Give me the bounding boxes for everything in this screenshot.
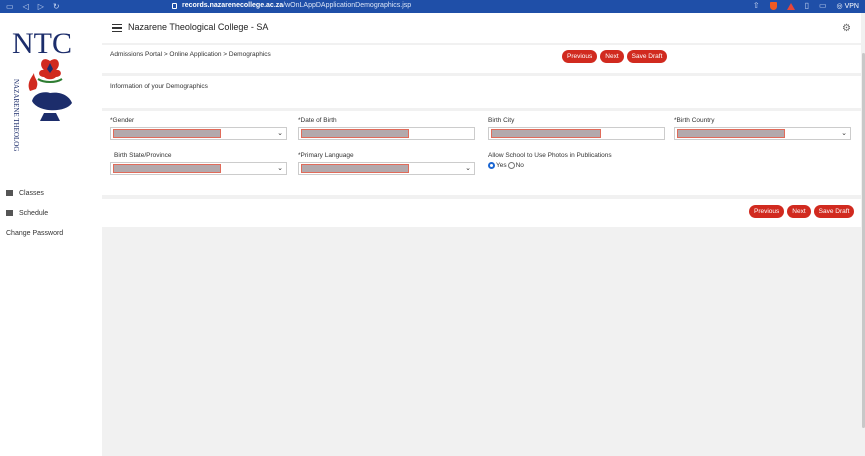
forward-icon[interactable]: ▷ xyxy=(38,2,44,11)
sidebar-nav: Classes Schedule Change Password xyxy=(6,183,63,243)
gender-label: *Gender xyxy=(110,117,135,124)
section-header-card: Information of your Demographics xyxy=(102,76,861,108)
section-title: Information of your Demographics xyxy=(110,83,208,90)
save-draft-button[interactable]: Save Draft xyxy=(626,50,668,63)
share-icon[interactable]: ⇧ xyxy=(753,2,760,10)
chevron-down-icon: ⌄ xyxy=(277,165,283,172)
primary-language-field: *Primary Language ⌄ xyxy=(298,152,475,175)
sidebar-toggle-icon[interactable]: ▭ xyxy=(6,2,14,11)
sidebar-item-classes[interactable]: Classes xyxy=(6,183,63,203)
classes-icon xyxy=(6,190,13,196)
next-button[interactable]: Next xyxy=(600,50,624,63)
chevron-down-icon: ⌄ xyxy=(277,130,283,137)
photos-no-radio[interactable] xyxy=(507,162,515,169)
sidebar-item-label: Change Password xyxy=(6,229,64,237)
photos-yes-radio[interactable] xyxy=(488,162,495,169)
reload-icon[interactable]: ↻ xyxy=(53,2,60,11)
logo-text: NAZARENE THEOLOGICAL COLLEGE xyxy=(12,79,20,151)
birth-city-field: Birth City xyxy=(488,117,665,140)
gear-icon[interactable]: ⚙ xyxy=(842,24,851,34)
browser-toolbar: ▭ ◁ ▷ ↻ records.nazarenecollege.ac.za/wO… xyxy=(0,0,865,13)
url-host: records.nazarenecollege.ac.za xyxy=(182,2,284,9)
birth-country-field: *Birth Country ⌄ xyxy=(674,117,851,140)
brave-shield-icon[interactable] xyxy=(769,2,777,10)
main-content: Nazarene Theological College - SA ⚙ Admi… xyxy=(102,13,861,456)
address-bar[interactable]: records.nazarenecollege.ac.za/wOnLAppDAp… xyxy=(172,2,411,9)
next-button-bottom[interactable]: Next xyxy=(787,205,811,218)
top-actions: Previous Next Save Draft xyxy=(562,50,668,63)
birth-state-label: Birth State/Province xyxy=(114,152,172,159)
sidebar-item-label: Classes xyxy=(19,189,44,197)
birth-country-label: *Birth Country xyxy=(674,117,715,124)
lock-icon xyxy=(172,2,177,9)
primary-language-label: *Primary Language xyxy=(298,152,354,159)
photos-permission-label: Allow School to Use Photos in Publicatio… xyxy=(488,152,612,159)
breadcrumb: Admissions Portal > Online Application >… xyxy=(110,51,271,58)
birth-state-select[interactable]: ⌄ xyxy=(110,162,287,175)
sidebar-icon[interactable]: ▯ xyxy=(805,2,809,10)
menu-icon[interactable] xyxy=(112,24,122,32)
breadcrumb-card: Admissions Portal > Online Application >… xyxy=(102,45,861,73)
birth-city-input[interactable] xyxy=(488,127,665,140)
sidebar-item-label: Schedule xyxy=(19,209,49,217)
photos-radio-group: Yes No xyxy=(488,162,612,169)
rewards-icon[interactable] xyxy=(786,2,795,10)
vpn-button[interactable]: ◎ VPN xyxy=(837,2,859,10)
previous-button-bottom[interactable]: Previous xyxy=(749,205,785,218)
sidebar-item-schedule[interactable]: Schedule xyxy=(6,203,63,223)
photos-no-label: No xyxy=(515,162,524,169)
birth-country-select[interactable]: ⌄ xyxy=(674,127,851,140)
primary-language-select[interactable]: ⌄ xyxy=(298,162,475,175)
gender-select[interactable]: ⌄ xyxy=(110,127,287,140)
demographics-form: *Gender ⌄ *Date of Birth Birth City *Bir… xyxy=(102,111,861,195)
calendar-icon xyxy=(6,210,13,216)
sidebar: NTC NAZARENE THEOLOGICAL COLLEGE Classes… xyxy=(0,13,102,456)
dob-field: *Date of Birth xyxy=(298,117,475,140)
chevron-down-icon: ⌄ xyxy=(841,130,847,137)
dob-label: *Date of Birth xyxy=(298,117,337,124)
bottom-actions: Previous Next Save Draft xyxy=(749,205,855,218)
page-title: Nazarene Theological College - SA xyxy=(128,22,269,32)
gender-field: *Gender ⌄ xyxy=(110,117,287,140)
vpn-label: VPN xyxy=(844,3,859,10)
college-logo: NTC NAZARENE THEOLOGICAL COLLEGE xyxy=(12,27,72,151)
photos-yes-label: Yes xyxy=(496,162,507,169)
logo-monogram: NTC xyxy=(12,27,72,60)
top-bar: Nazarene Theological College - SA ⚙ xyxy=(102,13,861,43)
previous-button[interactable]: Previous xyxy=(562,50,598,63)
birth-state-field: Birth State/Province ⌄ xyxy=(110,152,287,175)
sidebar-item-change-password[interactable]: Change Password xyxy=(6,223,63,243)
save-draft-button-bottom[interactable]: Save Draft xyxy=(813,205,855,218)
wallet-icon[interactable]: ▭ xyxy=(819,2,827,10)
url-path: /wOnLAppDApplicationDemographics.jsp xyxy=(283,2,412,9)
dob-input[interactable] xyxy=(298,127,475,140)
chevron-down-icon: ⌄ xyxy=(465,165,471,172)
photos-permission-field: Allow School to Use Photos in Publicatio… xyxy=(488,152,612,169)
birth-city-label: Birth City xyxy=(488,117,515,124)
page-scrollbar[interactable] xyxy=(861,13,865,456)
back-icon[interactable]: ◁ xyxy=(23,2,29,11)
bottom-actions-card: Previous Next Save Draft xyxy=(102,199,861,227)
